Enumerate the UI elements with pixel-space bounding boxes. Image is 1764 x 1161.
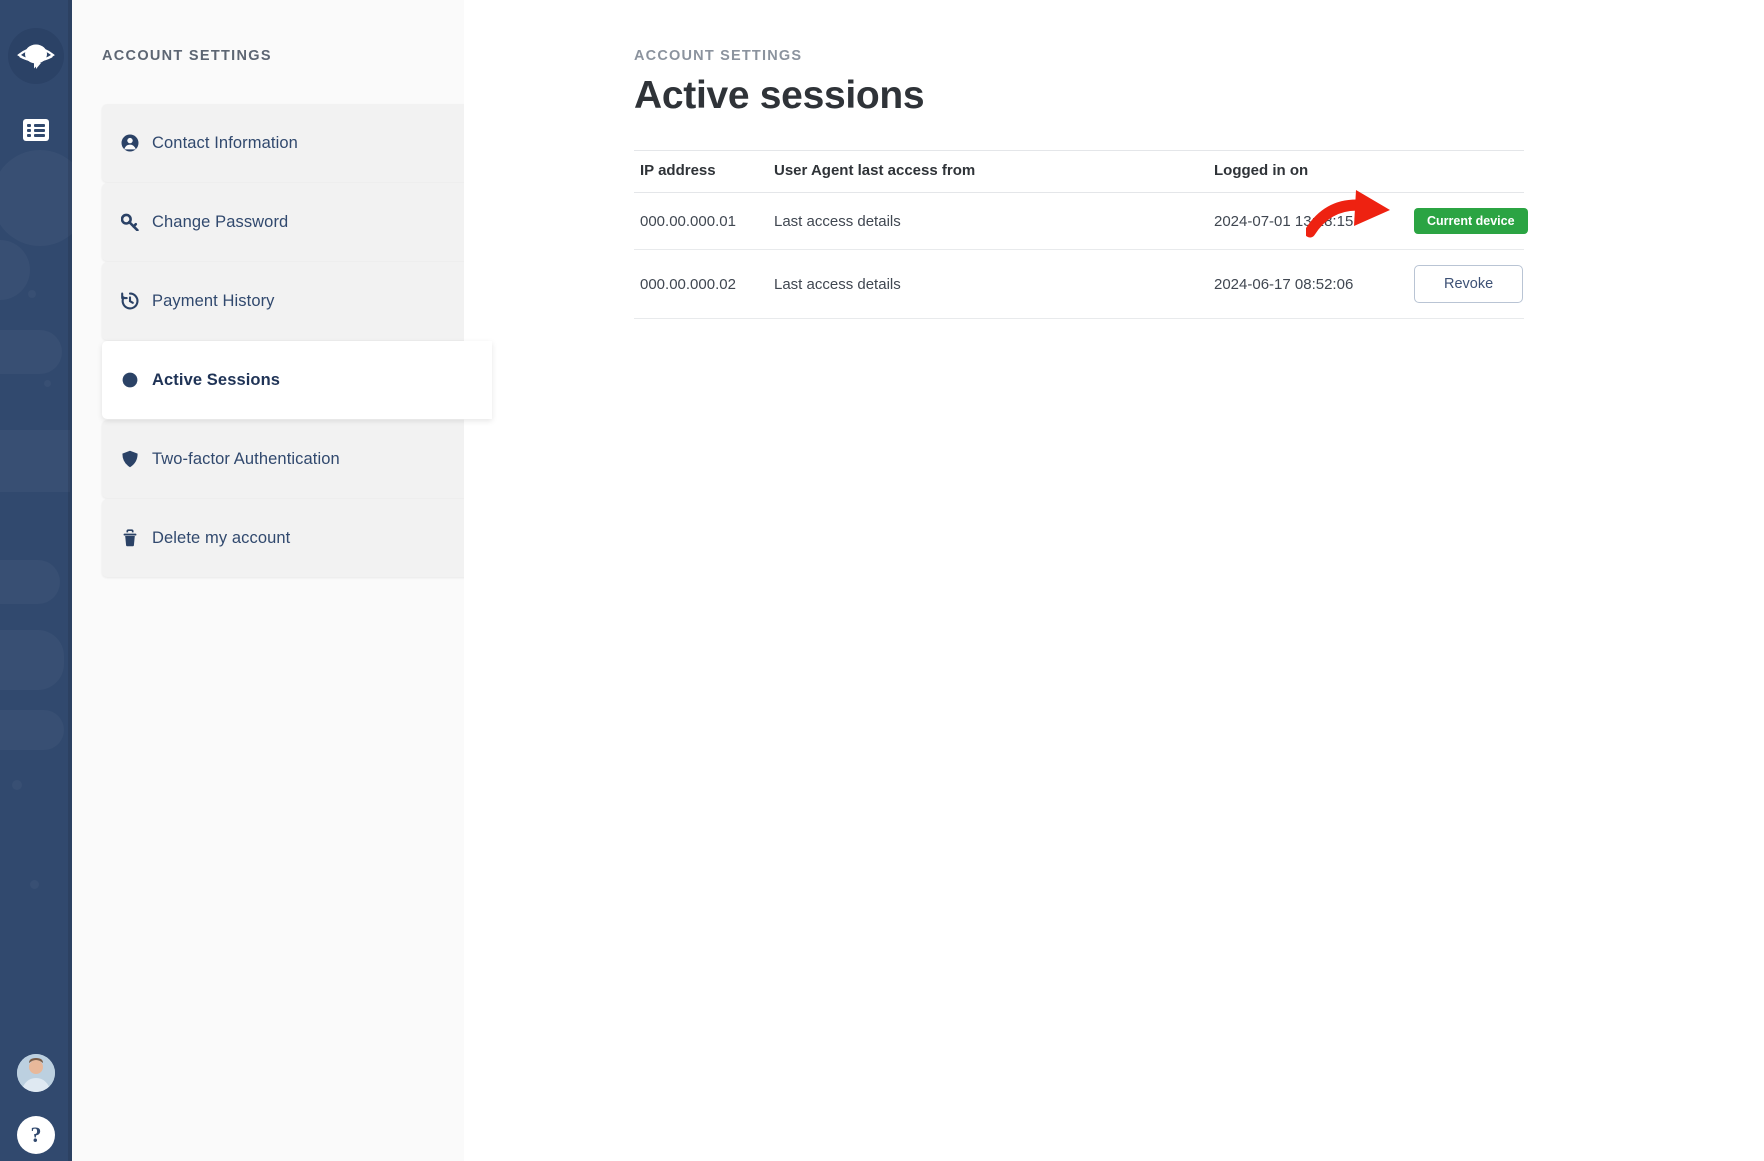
help-button[interactable]: ? xyxy=(17,1116,55,1154)
sidebar-item-label: Delete my account xyxy=(152,528,291,547)
cell-logged-in-on: 2024-07-01 13:18:15 xyxy=(1214,192,1414,250)
sidebar-heading: ACCOUNT SETTINGS xyxy=(102,48,272,64)
cell-action: Current device xyxy=(1414,192,1528,250)
sidebar-item-label: Contact Information xyxy=(152,133,298,152)
column-header-agent: User Agent last access from xyxy=(774,150,1214,193)
circle-icon xyxy=(121,371,139,389)
sidebar-nav-list: Contact Information Change Password Paymen… xyxy=(72,104,492,577)
current-device-badge: Current device xyxy=(1414,208,1528,234)
sidebar-item-contact-information[interactable]: Contact Information xyxy=(102,104,492,182)
table-body: 000.00.000.01 Last access details 2024-07-… xyxy=(634,192,1528,319)
cell-ip-address: 000.00.000.01 xyxy=(634,192,774,250)
main-content: ACCOUNT SETTINGS Active sessions IP addr… xyxy=(464,0,1764,1161)
content-inner: ACCOUNT SETTINGS Active sessions IP addr… xyxy=(634,48,1528,319)
table-header-row: IP address User Agent last access from L… xyxy=(634,150,1524,193)
rail-decor-dot xyxy=(28,290,36,298)
sidebar-item-label: Two-factor Authentication xyxy=(152,449,340,468)
column-header-ip: IP address xyxy=(634,150,774,193)
history-icon xyxy=(121,292,139,310)
shield-icon xyxy=(121,450,139,468)
page-title: Active sessions xyxy=(634,74,925,117)
table-row: 000.00.000.02 Last access details 2024-06-… xyxy=(634,249,1524,319)
sidebar-item-payment-history[interactable]: Payment History xyxy=(102,262,492,340)
sidebar-item-delete-my-account[interactable]: Delete my account xyxy=(102,499,492,577)
rail-decor-dot xyxy=(30,880,39,889)
table-head: IP address User Agent last access from L… xyxy=(634,150,1524,193)
rail-decor-rect xyxy=(0,560,60,604)
cell-action: Revoke xyxy=(1414,249,1524,319)
sidebar-item-two-factor-authentication[interactable]: Two-factor Authentication xyxy=(102,420,492,498)
sidebar-item-label: Change Password xyxy=(152,212,289,231)
cell-user-agent: Last access details xyxy=(774,249,1214,319)
revoke-button[interactable]: Revoke xyxy=(1414,265,1524,303)
rail-item-list[interactable] xyxy=(14,110,58,150)
user-avatar[interactable] xyxy=(17,1054,55,1092)
column-header-logged: Logged in on xyxy=(1214,150,1414,193)
active-sessions-table: IP address User Agent last access from L… xyxy=(634,150,1528,319)
account-settings-sidebar: ACCOUNT SETTINGS Contact Information Chan… xyxy=(72,0,492,1161)
list-icon xyxy=(23,119,49,141)
avatar-photo xyxy=(17,1054,55,1092)
rail-decor-rect xyxy=(0,330,62,374)
help-label: ? xyxy=(30,1122,42,1147)
key-icon xyxy=(121,213,139,231)
cell-user-agent: Last access details xyxy=(774,192,1214,250)
rail-decor-dot xyxy=(12,780,22,790)
planet-logo-icon xyxy=(17,44,55,69)
sidebar-item-label: Payment History xyxy=(152,291,275,310)
cell-ip-address: 000.00.000.02 xyxy=(634,249,774,319)
app-root: ? ACCOUNT SETTINGS Contact Information Ch… xyxy=(0,0,1764,1161)
table-row: 000.00.000.01 Last access details 2024-07-… xyxy=(634,192,1528,250)
column-header-action xyxy=(1414,150,1524,193)
rail-decor-rect xyxy=(0,710,64,750)
sidebar-item-label: Active Sessions xyxy=(152,370,281,389)
rail-decor-blob xyxy=(0,150,72,246)
rail-decor-blob xyxy=(0,240,30,300)
left-icon-rail: ? xyxy=(0,0,72,1161)
sidebar-item-active-sessions[interactable]: Active Sessions xyxy=(102,341,492,419)
cell-logged-in-on: 2024-06-17 08:52:06 xyxy=(1214,249,1414,319)
rail-decor-dot xyxy=(44,380,51,387)
breadcrumb: ACCOUNT SETTINGS xyxy=(634,48,803,64)
app-logo[interactable] xyxy=(8,28,64,84)
rail-decor-rect xyxy=(0,430,70,492)
trash-icon xyxy=(121,529,139,547)
user-circle-icon xyxy=(121,134,139,152)
sidebar-item-change-password[interactable]: Change Password xyxy=(102,183,492,261)
rail-decor-rect xyxy=(0,630,64,690)
